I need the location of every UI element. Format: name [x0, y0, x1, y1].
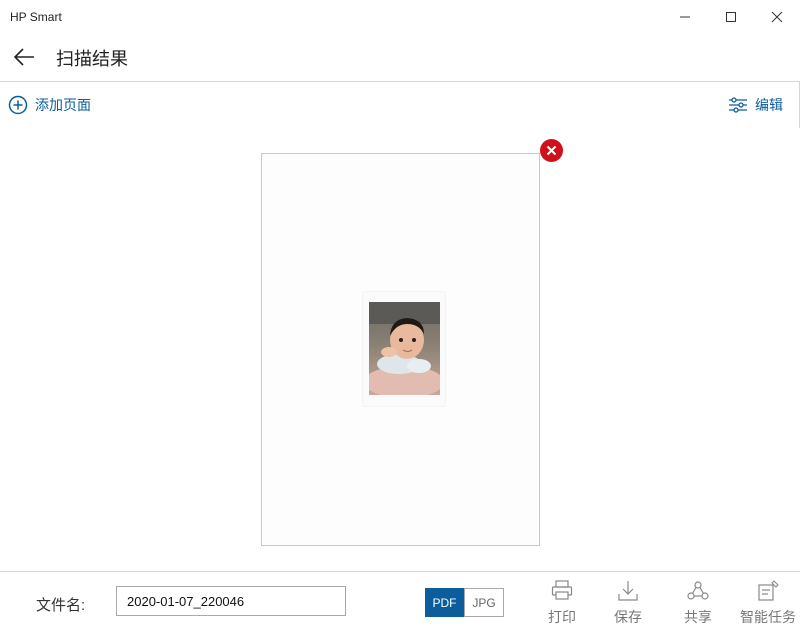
smart-tasks-button[interactable]: 智能任务 — [738, 580, 798, 630]
command-bar: 添加页面 编辑 — [0, 81, 800, 129]
close-button[interactable] — [754, 0, 800, 34]
share-button[interactable]: 共享 — [670, 580, 726, 630]
maximize-icon — [726, 12, 736, 22]
back-button[interactable] — [8, 42, 40, 72]
add-page-label: 添加页面 — [35, 97, 91, 113]
share-icon — [687, 581, 709, 600]
delete-page-button[interactable] — [540, 139, 563, 162]
plus-circle-icon — [8, 95, 28, 115]
close-icon — [771, 11, 783, 23]
edit-button[interactable]: 编辑 — [728, 82, 783, 128]
scanned-page[interactable] — [261, 153, 540, 546]
footer-bar: 文件名: PDF JPG 打印 保存 — [0, 571, 800, 632]
filename-label: 文件名: — [36, 597, 86, 614]
minimize-icon — [680, 16, 690, 18]
page-title: 扫描结果 — [56, 49, 128, 69]
delete-x-icon — [546, 145, 557, 156]
sliders-icon — [729, 97, 747, 113]
format-pdf-toggle[interactable]: PDF — [425, 588, 464, 617]
save-button[interactable]: 保存 — [600, 580, 656, 630]
smart-tasks-label: 智能任务 — [740, 609, 796, 625]
scanned-photo — [369, 302, 440, 395]
page-header: 扫描结果 — [0, 34, 800, 80]
edit-label: 编辑 — [755, 97, 783, 113]
app-title: HP Smart — [10, 10, 62, 24]
save-label: 保存 — [614, 609, 642, 625]
scanned-photo-card — [363, 292, 445, 406]
print-button[interactable]: 打印 — [534, 580, 590, 630]
minimize-button[interactable] — [662, 0, 708, 34]
title-bar: HP Smart — [0, 0, 800, 34]
format-jpg-toggle[interactable]: JPG — [464, 588, 504, 617]
arrow-left-icon — [13, 48, 34, 66]
maximize-button[interactable] — [708, 0, 754, 34]
print-label: 打印 — [548, 609, 576, 625]
printer-icon — [551, 580, 573, 600]
smart-task-icon — [758, 580, 779, 601]
share-label: 共享 — [684, 609, 712, 625]
save-download-icon — [618, 581, 638, 601]
scan-preview-area — [0, 128, 800, 571]
filename-input[interactable] — [116, 586, 346, 616]
add-page-button[interactable]: 添加页面 — [8, 82, 91, 128]
